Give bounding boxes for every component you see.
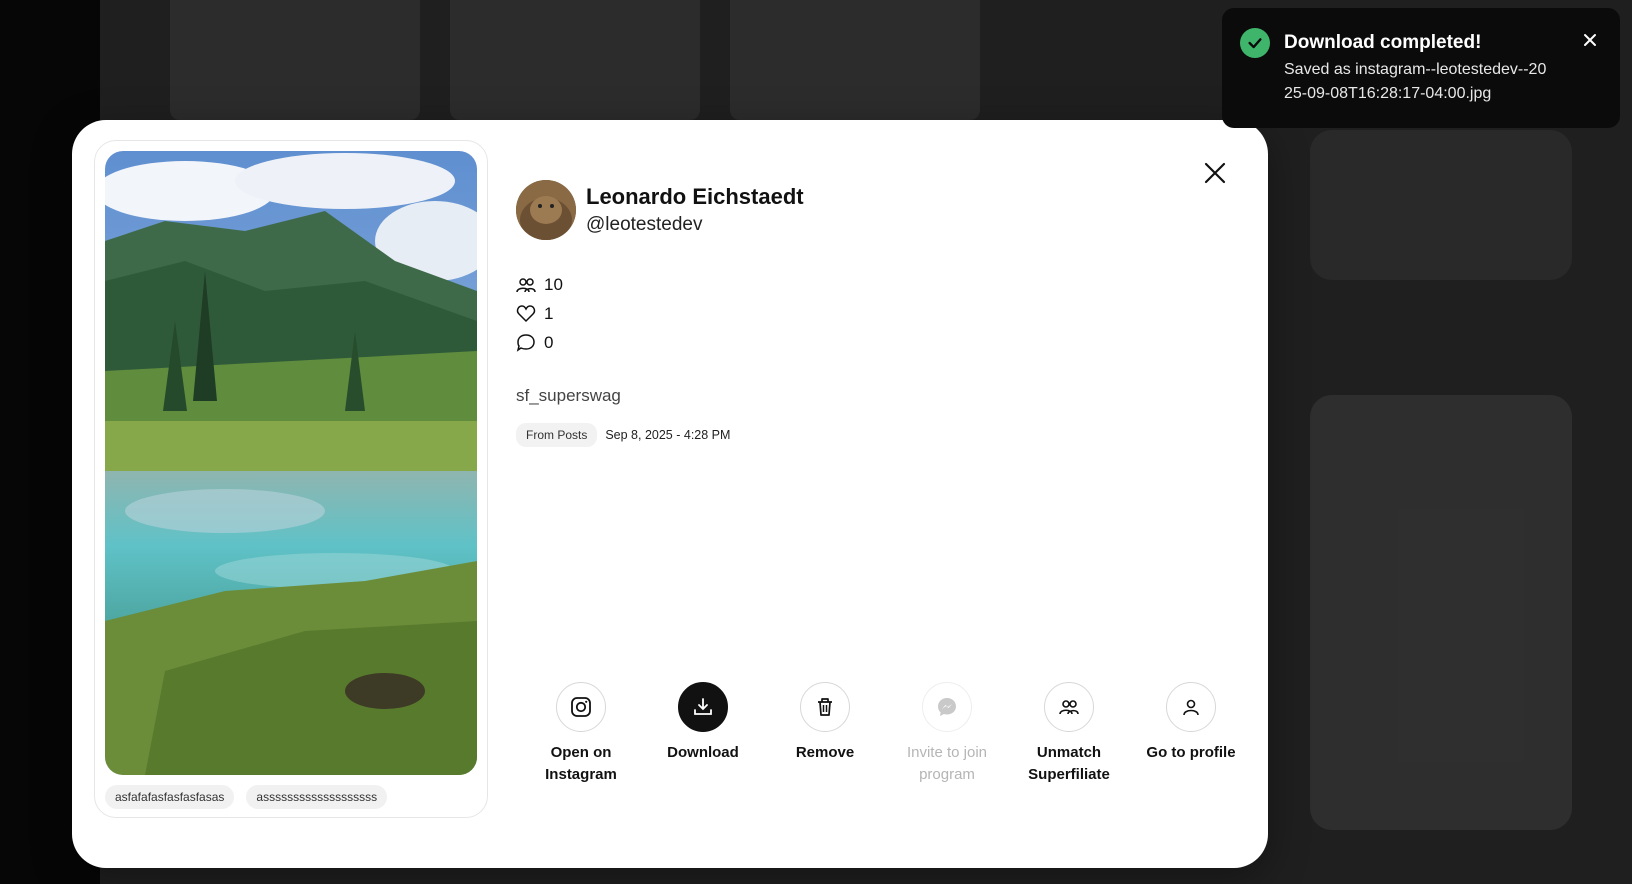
media-card: asfafafasfasfasfasas assssssssssssssssss… <box>94 140 488 818</box>
download-toast: Download completed! Saved as instagram--… <box>1222 8 1620 128</box>
open-on-instagram-button[interactable]: Open on Instagram <box>520 682 642 786</box>
likes-count: 1 <box>544 303 554 323</box>
user-icon <box>1183 699 1199 716</box>
download-button[interactable]: Download <box>642 682 764 786</box>
comments-stat: 0 <box>516 328 563 357</box>
toast-close-button[interactable] <box>1580 30 1600 50</box>
post-stats: 10 1 0 <box>516 270 563 357</box>
heart-icon <box>516 304 536 322</box>
close-icon <box>1204 162 1226 184</box>
likes-stat: 1 <box>516 299 563 328</box>
toast-message: Saved as instagram--leotestedev--2025-09… <box>1284 61 1547 102</box>
action-label: Download <box>667 744 739 761</box>
trash-icon <box>818 698 832 716</box>
success-check-icon <box>1240 28 1270 58</box>
instagram-icon <box>571 697 591 717</box>
messenger-icon <box>938 698 956 716</box>
tag-list: asfafafasfasfasfasas assssssssssssssssss… <box>105 785 388 809</box>
tag-chip: asfafafasfasfasfasas <box>105 785 235 809</box>
profile-handle: @leotestedev <box>586 214 703 235</box>
post-detail-modal: asfafafasfasfasfasas assssssssssssssssss… <box>72 120 1268 868</box>
close-modal-button[interactable] <box>1200 158 1230 188</box>
remove-button[interactable]: Remove <box>764 682 886 786</box>
comment-icon <box>516 333 535 352</box>
post-caption: sf_superswag <box>516 386 621 405</box>
post-meta: From Posts Sep 8, 2025 - 4:28 PM <box>516 423 730 447</box>
profile-header: Leonardo Eichstaedt @leotestedev <box>516 180 804 240</box>
tag-chip: asssssssssssssssssss <box>246 785 388 809</box>
close-icon <box>1584 34 1596 46</box>
post-image <box>105 151 477 775</box>
followers-count: 10 <box>544 274 563 294</box>
toast-title: Download completed! <box>1284 32 1482 53</box>
comments-count: 0 <box>544 332 554 352</box>
action-label: Remove <box>795 744 855 761</box>
users-icon <box>516 277 536 292</box>
action-label: Open on Instagram <box>545 744 617 783</box>
source-badge: From Posts <box>516 423 598 447</box>
action-label: Go to profile <box>1146 744 1236 761</box>
users-icon <box>1059 700 1079 715</box>
go-to-profile-button[interactable]: Go to profile <box>1130 682 1252 786</box>
action-label: Unmatch Superfiliate <box>1028 744 1110 783</box>
invite-to-join-program-button[interactable]: Invite to join program <box>886 682 1008 786</box>
avatar[interactable] <box>516 180 576 240</box>
profile-name: Leonardo Eichstaedt <box>586 184 804 209</box>
post-date: Sep 8, 2025 - 4:28 PM <box>605 428 731 442</box>
action-label: Invite to join program <box>906 744 988 783</box>
unmatch-superfiliate-button[interactable]: Unmatch Superfiliate <box>1008 682 1130 786</box>
followers-stat: 10 <box>516 270 563 299</box>
download-icon <box>694 698 712 715</box>
action-bar: Open on Instagram Download Remove Invite… <box>520 682 1252 786</box>
